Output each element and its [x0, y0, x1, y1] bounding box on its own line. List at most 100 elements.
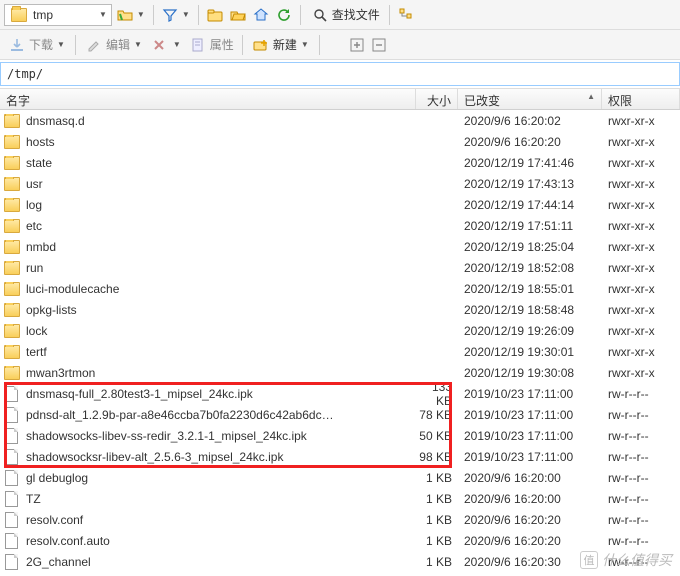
chevron-down-icon[interactable]: ▼: [135, 10, 147, 19]
list-item[interactable]: shadowsocks-libev-ss-redir_3.2.1-1_mipse…: [0, 425, 680, 446]
column-modified[interactable]: 已改变▲: [458, 89, 602, 109]
list-item[interactable]: TZ1 KB2020/9/6 16:20:00rw-r--r--: [0, 488, 680, 509]
list-item[interactable]: hosts2020/9/6 16:20:20rwxr-xr-x: [0, 131, 680, 152]
search-icon: [310, 5, 330, 25]
chevron-down-icon[interactable]: ▼: [171, 40, 183, 49]
download-button[interactable]: 下载 ▼: [4, 34, 70, 56]
folder-open-button[interactable]: [228, 5, 248, 25]
list-item[interactable]: tertf2020/12/19 19:30:01rwxr-xr-x: [0, 341, 680, 362]
file-permissions: rwxr-xr-x: [602, 366, 680, 380]
tree-button[interactable]: [396, 5, 416, 25]
path-bar[interactable]: /tmp/: [0, 62, 680, 86]
folder-yellow-button[interactable]: [205, 5, 225, 25]
open-folder-icon: [115, 5, 135, 25]
list-item[interactable]: usr2020/12/19 17:43:13rwxr-xr-x: [0, 173, 680, 194]
search-label: 查找文件: [332, 6, 380, 23]
file-modified: 2020/12/19 19:26:09: [458, 324, 602, 338]
file-modified: 2020/12/19 18:55:01: [458, 282, 602, 296]
list-item[interactable]: nmbd2020/12/19 18:25:04rwxr-xr-x: [0, 236, 680, 257]
filter-button[interactable]: ▼: [160, 5, 192, 25]
new-button[interactable]: 新建 ▼: [248, 34, 314, 56]
properties-button[interactable]: 属性: [185, 34, 237, 56]
file-name: hosts: [26, 135, 55, 149]
list-item[interactable]: gl debuglog1 KB2020/9/6 16:20:00rw-r--r-…: [0, 467, 680, 488]
file-modified: 2020/9/6 16:20:20: [458, 534, 602, 548]
new-folder-icon: [251, 35, 271, 55]
file-permissions: rw-r--r--: [602, 492, 680, 506]
chevron-down-icon[interactable]: ▼: [299, 40, 311, 49]
file-modified: 2020/12/19 18:58:48: [458, 303, 602, 317]
file-name: state: [26, 156, 52, 170]
file-modified: 2020/12/19 19:30:08: [458, 366, 602, 380]
watermark-badge: 值: [580, 551, 598, 569]
list-item[interactable]: luci-modulecache2020/12/19 18:55:01rwxr-…: [0, 278, 680, 299]
list-item[interactable]: log2020/12/19 17:44:14rwxr-xr-x: [0, 194, 680, 215]
home-button[interactable]: [251, 5, 271, 25]
folder-icon: [4, 240, 20, 254]
file-size: 78 KB: [416, 408, 458, 422]
file-name: gl debuglog: [26, 471, 88, 485]
file-icon: [5, 386, 18, 402]
file-icon: [5, 554, 18, 570]
list-item[interactable]: 2G_channel1 KB2020/9/6 16:20:30rw-r--r--: [0, 551, 680, 572]
edit-icon: [84, 35, 104, 55]
refresh-button[interactable]: [274, 5, 294, 25]
list-item[interactable]: pdnsd-alt_1.2.9b-par-a8e46ccba7b0fa2230d…: [0, 404, 680, 425]
list-item[interactable]: lock2020/12/19 19:26:09rwxr-xr-x: [0, 320, 680, 341]
address-combo[interactable]: tmp ▼: [4, 4, 112, 26]
watermark: 值 什么值得买: [580, 550, 672, 570]
file-name: mwan3rtmon: [26, 366, 95, 380]
file-modified: 2020/12/19 19:30:01: [458, 345, 602, 359]
folder-icon: [4, 198, 20, 212]
list-item[interactable]: etc2020/12/19 17:51:11rwxr-xr-x: [0, 215, 680, 236]
file-modified: 2020/12/19 18:52:08: [458, 261, 602, 275]
file-name: dnsmasq.d: [26, 114, 85, 128]
file-permissions: rw-r--r--: [602, 450, 680, 464]
address-value: tmp: [33, 8, 93, 22]
open-folder-button[interactable]: ▼: [115, 5, 147, 25]
folder-icon: [9, 5, 29, 25]
list-item[interactable]: run 2020/12/19 18:52:08rwxr-xr-x: [0, 257, 680, 278]
separator: [153, 5, 154, 25]
chevron-down-icon[interactable]: ▼: [180, 10, 192, 19]
file-permissions: rwxr-xr-x: [602, 345, 680, 359]
edit-button[interactable]: 编辑 ▼: [81, 34, 147, 56]
list-item[interactable]: shadowsocksr-libev-alt_2.5.6-3_mipsel_24…: [0, 446, 680, 467]
list-item[interactable]: dnsmasq.d2020/9/6 16:20:02rwxr-xr-x: [0, 110, 680, 131]
list-item[interactable]: state2020/12/19 17:41:46rwxr-xr-x: [0, 152, 680, 173]
folder-icon: [4, 114, 20, 128]
folder-icon: [4, 219, 20, 233]
search-files-button[interactable]: 查找文件: [307, 4, 383, 26]
file-permissions: rw-r--r--: [602, 429, 680, 443]
column-headers: 名字 大小 已改变▲ 权限: [0, 88, 680, 110]
minus-box-button[interactable]: [369, 35, 389, 55]
list-item[interactable]: opkg-lists2020/12/19 18:58:48rwxr-xr-x: [0, 299, 680, 320]
column-size[interactable]: 大小: [416, 89, 458, 109]
separator: [389, 5, 390, 25]
chevron-down-icon[interactable]: ▼: [55, 40, 67, 49]
separator: [75, 35, 76, 55]
file-modified: 2020/9/6 16:20:00: [458, 492, 602, 506]
list-item[interactable]: dnsmasq-full_2.80test3-1_mipsel_24kc.ipk…: [0, 383, 680, 404]
list-item[interactable]: resolv.conf.auto1 KB2020/9/6 16:20:20rw-…: [0, 530, 680, 551]
file-modified: 2020/12/19 17:43:13: [458, 177, 602, 191]
column-name[interactable]: 名字: [0, 89, 416, 109]
properties-icon: [188, 35, 208, 55]
file-icon: [5, 512, 18, 528]
file-permissions: rwxr-xr-x: [602, 303, 680, 317]
plus-box-button[interactable]: [347, 35, 367, 55]
file-modified: 2019/10/23 17:11:00: [458, 387, 602, 401]
list-item[interactable]: mwan3rtmon 2020/12/19 19:30:08rwxr-xr-x: [0, 362, 680, 383]
chevron-down-icon[interactable]: ▼: [132, 40, 144, 49]
file-name: run: [26, 261, 43, 275]
separator: [198, 5, 199, 25]
file-name: log: [26, 198, 42, 212]
list-item[interactable]: resolv.conf1 KB2020/9/6 16:20:20rw-r--r-…: [0, 509, 680, 530]
file-permissions: rwxr-xr-x: [602, 261, 680, 275]
chevron-down-icon[interactable]: ▼: [97, 10, 109, 19]
download-icon: [7, 35, 27, 55]
column-permissions[interactable]: 权限: [602, 89, 680, 109]
download-label: 下载: [29, 36, 53, 53]
file-name: nmbd: [26, 240, 56, 254]
delete-button[interactable]: [149, 35, 169, 55]
